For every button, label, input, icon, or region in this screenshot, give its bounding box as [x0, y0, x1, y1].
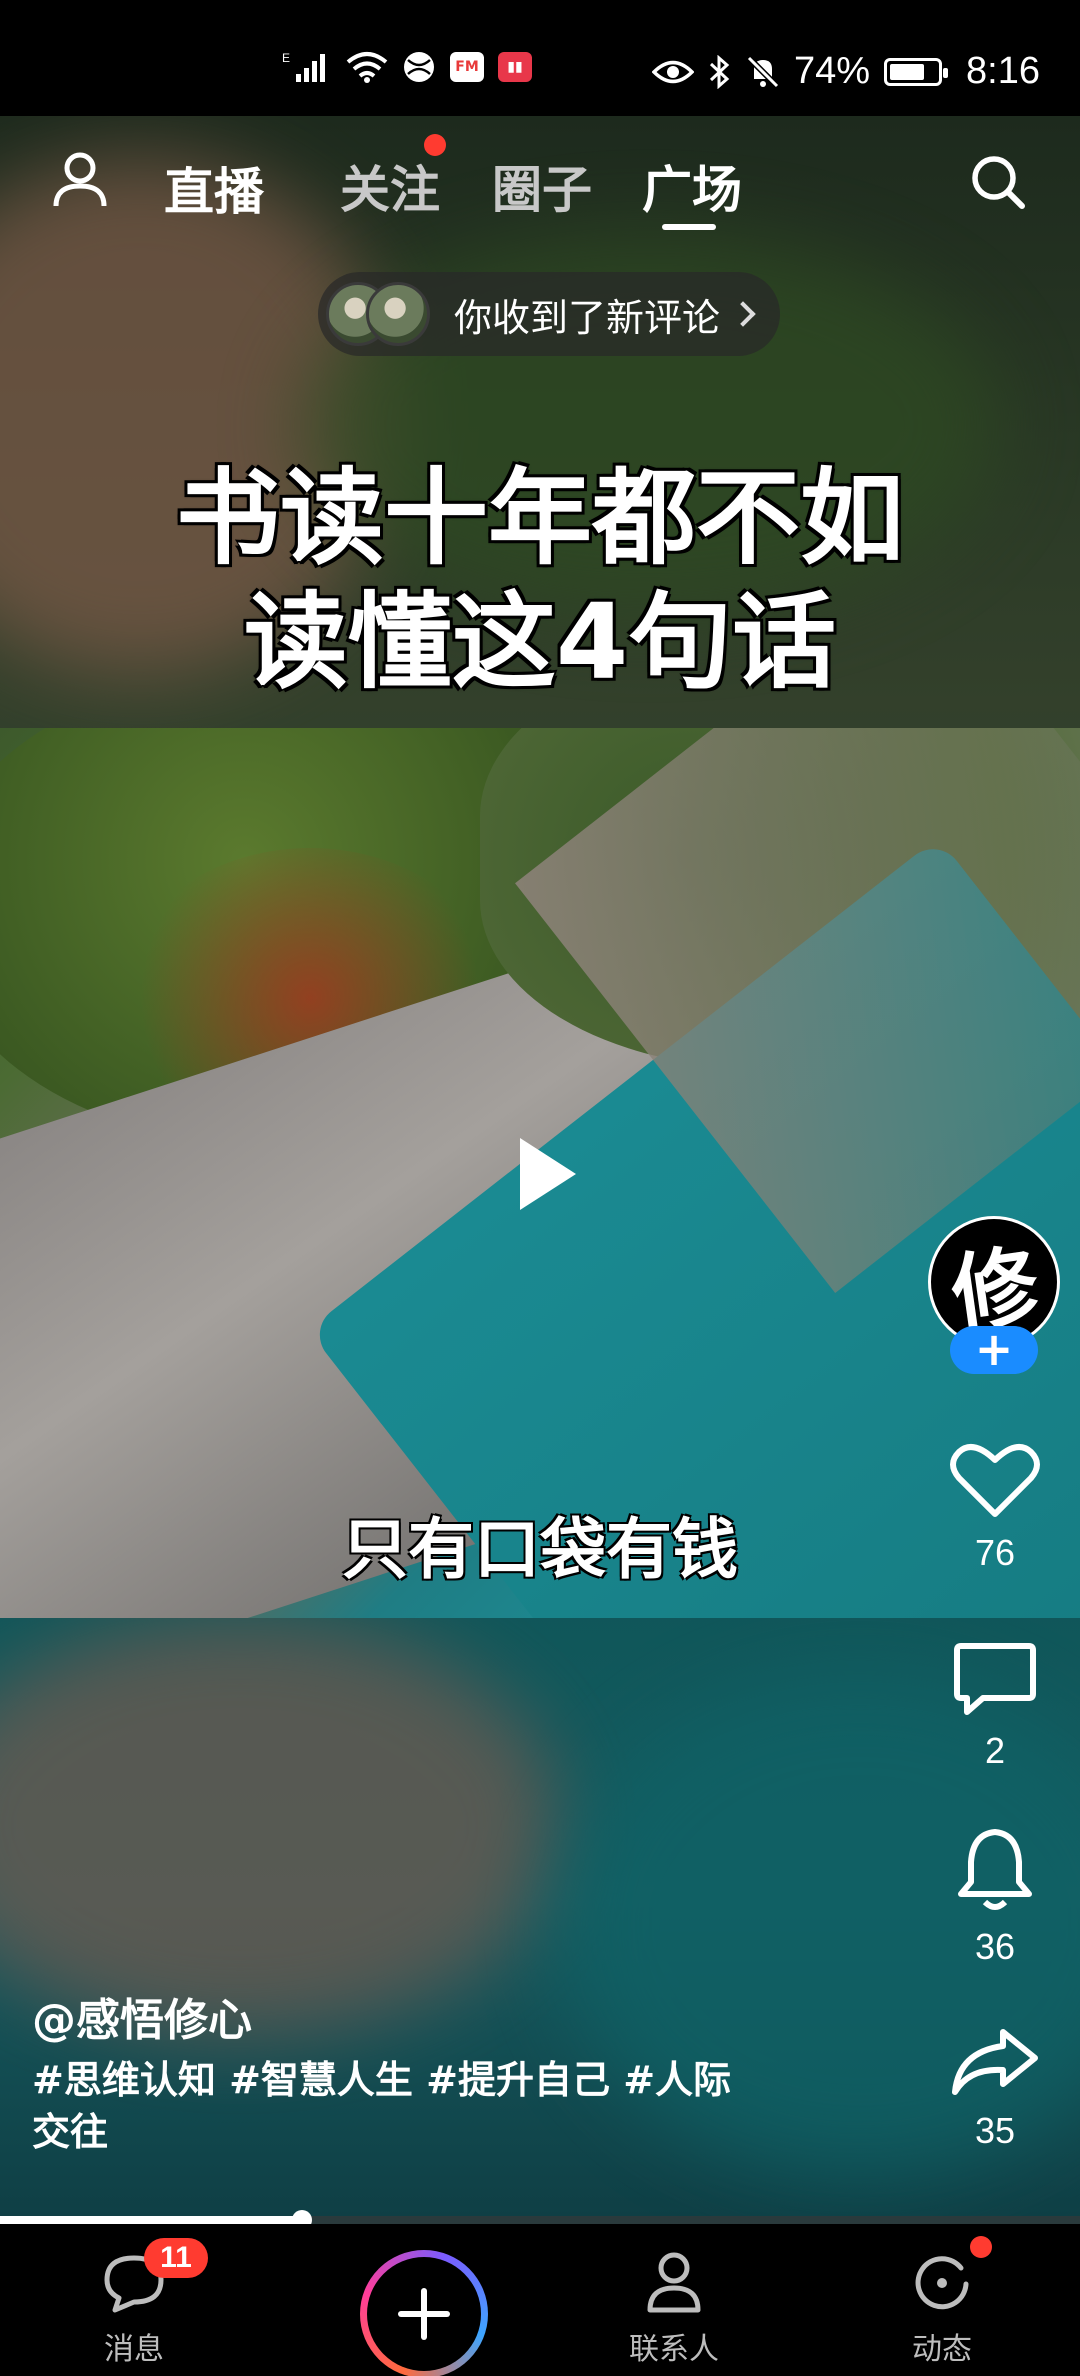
share-icon — [952, 2029, 1038, 2095]
nav-messages[interactable]: 消息 11 — [34, 2224, 234, 2368]
status-right-icons: 74% 8:16 — [651, 50, 1040, 93]
eye-icon — [651, 60, 694, 83]
share-button[interactable]: 35 — [930, 2026, 1060, 2152]
chevron-right-icon — [730, 301, 756, 327]
plus-icon — [398, 2288, 450, 2340]
status-bar: E FM ▮▮ 74% 8:16 — [0, 0, 1080, 116]
dynamic-new-dot — [970, 2236, 992, 2258]
comment-count: 2 — [984, 1730, 1006, 1771]
clock: 8:16 — [966, 50, 1040, 92]
live-tab[interactable]: 直播 — [164, 152, 264, 224]
comment-icon — [954, 1643, 1036, 1715]
play-icon[interactable] — [520, 1138, 576, 1210]
follow-new-dot — [424, 134, 446, 156]
profile-icon[interactable] — [52, 150, 108, 210]
wifi-icon — [346, 52, 388, 83]
nav-dynamic-label: 动态 — [912, 2332, 972, 2367]
comment-button[interactable]: 2 — [930, 1640, 1060, 1772]
video-subtitle: 只有口袋有钱 — [342, 1511, 738, 1588]
video-player[interactable]: 书读十年都不如 读懂这4句话 只有口袋有钱 — [0, 116, 1080, 2216]
messages-badge: 11 — [144, 2238, 208, 2278]
contacts-icon — [647, 2252, 701, 2313]
search-icon[interactable] — [968, 152, 1028, 212]
reminder-count: 36 — [974, 1926, 1016, 1967]
bluetooth-icon — [709, 54, 730, 89]
nav-contacts-label: 联系人 — [629, 2332, 719, 2367]
like-button[interactable]: 76 — [930, 1440, 1060, 1574]
signal-icon: E — [282, 51, 325, 82]
create-button[interactable] — [360, 2250, 488, 2376]
reader-app-icon: ▮▮ — [498, 52, 532, 82]
battery-icon — [884, 57, 949, 86]
reminder-button[interactable]: 36 — [930, 1828, 1060, 1968]
create-button-inner — [367, 2257, 481, 2371]
battery-percent: 74% — [793, 50, 871, 92]
nav-dynamic[interactable]: 动态 — [842, 2224, 1042, 2368]
author-name[interactable]: @感悟修心 — [32, 1984, 252, 2048]
notification-text: 你收到了新评论 — [454, 295, 721, 340]
bell-icon — [958, 1829, 1032, 1910]
heart-icon — [950, 1444, 1040, 1517]
mute-bell-icon — [746, 55, 780, 88]
avatar — [366, 282, 430, 346]
active-tab-indicator — [662, 224, 716, 230]
nav-messages-label: 消息 — [104, 2332, 164, 2367]
like-count: 76 — [974, 1532, 1016, 1573]
fm-app-icon: FM — [450, 52, 484, 82]
progress-fill — [0, 2216, 303, 2224]
bottom-nav: 消息 11 联系人 动态 — [0, 2224, 1080, 2376]
video-title: 书读十年都不如 读懂这4句话 — [0, 456, 1080, 704]
share-count: 35 — [974, 2110, 1016, 2151]
bg-blur-rock — [0, 1616, 560, 2036]
title-line-2: 读懂这4句话 — [243, 581, 837, 703]
tab-follow[interactable]: 关注 — [340, 150, 440, 222]
refresh-circle-icon — [915, 2256, 969, 2310]
top-nav: 直播 关注 圈子 广场 — [0, 116, 1080, 246]
notification-avatars — [326, 280, 436, 348]
hashtags[interactable]: #思维认知 #智慧人生 #提升自己 #人际交往 — [32, 2054, 752, 2158]
status-left-icons: E FM ▮▮ — [282, 50, 532, 84]
nav-contacts[interactable]: 联系人 — [574, 2224, 774, 2368]
title-line-1: 书读十年都不如 — [175, 457, 904, 579]
tab-circle[interactable]: 圈子 — [492, 150, 592, 222]
new-comment-notification[interactable]: 你收到了新评论 — [318, 272, 781, 356]
tab-square[interactable]: 广场 — [642, 150, 742, 222]
battery-fill — [890, 63, 925, 80]
svg-text:E: E — [282, 51, 290, 65]
follow-button[interactable]: + — [950, 1326, 1038, 1374]
browser-icon — [404, 52, 434, 82]
video-progress-bar[interactable] — [0, 2210, 1080, 2230]
